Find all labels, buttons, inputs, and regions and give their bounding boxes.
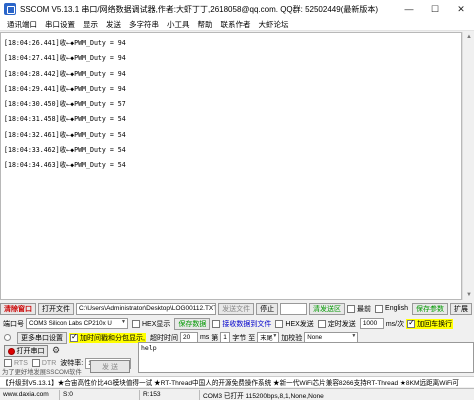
receive-line: [18:04:29.441]收←◆PWM_Duty = 94 (4, 84, 126, 93)
receive-line: [18:04:33.462]收←◆PWM_Duty = 54 (4, 146, 126, 155)
port-value: COM3 Silicon Labs CP210x U (29, 320, 112, 327)
maximize-button[interactable]: ☐ (422, 0, 448, 18)
clear-send-button[interactable]: 清发送区 (309, 302, 346, 315)
app-icon (4, 3, 16, 15)
open-file-button[interactable]: 打开文件 (38, 302, 74, 315)
hex-display-label: HEX显示 (142, 320, 171, 328)
menu-serial-settings[interactable]: 串口设置 (41, 19, 79, 30)
scroll-down-icon[interactable]: ▼ (466, 292, 472, 298)
status-port-state: COM3 已打开 115200bps,8,1,None,None (203, 392, 324, 400)
recv-to-file-checkbox[interactable] (212, 319, 221, 328)
title-bar: SSCOM V5.13.1 串口/网络数据调试器,作者:大虾丁丁,2618058… (0, 0, 474, 18)
open-port-label: 打开串口 (16, 348, 45, 355)
recv-to-file-label: 接收数据到文件 (222, 320, 272, 328)
refresh-icon[interactable]: ⚙ (52, 345, 60, 356)
topmost-label: 最前 (357, 305, 372, 313)
menu-help[interactable]: 帮助 (194, 19, 217, 30)
receive-line: [18:04:31.458]收←◆PWM_Duty = 54 (4, 115, 126, 124)
timestamp-label: 加时间戳和分包显示, (80, 334, 145, 342)
dtr-checkbox[interactable] (31, 359, 40, 367)
timed-send-checkbox[interactable] (317, 319, 326, 328)
english-checkbox[interactable] (375, 304, 384, 313)
byte-end-value: 末尾 (260, 335, 273, 342)
port-row: 端口号 COM3 Silicon Labs CP210x U ▼ HEX显示 保… (0, 317, 474, 330)
status-sent-count: S:0 (60, 389, 140, 400)
more-settings-button[interactable]: 更多串口设置 (17, 331, 67, 344)
timed-unit: ms/次 (385, 320, 405, 328)
dtr-label: DTR (41, 359, 57, 367)
receive-scrollbar[interactable]: ▲ ▼ (462, 32, 474, 300)
port-label: 端口号 (3, 320, 24, 328)
expand-button[interactable]: 扩展 (450, 302, 472, 315)
save-params-button[interactable]: 保存参数 (412, 302, 448, 315)
byte-label: 字节 (232, 334, 247, 342)
port-status-icon (4, 334, 11, 341)
topmost-checkbox[interactable] (347, 304, 356, 313)
minimize-button[interactable]: — (396, 0, 422, 18)
file-path-field[interactable]: C:\Users\Administrator\Desktop\LOG00112.… (76, 302, 217, 315)
status-site[interactable]: www.daxia.com (0, 389, 60, 400)
receive-line: [18:04:32.461]收←◆PWM_Duty = 54 (4, 130, 126, 139)
status-recv-count: R:153 (140, 389, 200, 400)
hex-send-checkbox[interactable] (275, 319, 284, 328)
status-bar: www.daxia.com S:0 R:153 COM3 已打开 115200b… (0, 388, 474, 400)
menu-contact[interactable]: 联系作者 (217, 19, 255, 30)
add-crlf-checkbox[interactable] (407, 318, 416, 328)
save-data-button[interactable]: 保存数据 (174, 317, 211, 330)
menu-bar: 通讯端口 串口设置 显示 发送 多字符串 小工具 帮助 联系作者 大虾论坛 (0, 18, 474, 31)
english-label: English (385, 305, 408, 312)
window-title: SSCOM V5.13.1 串口/网络数据调试器,作者:大虾丁丁,2618058… (20, 4, 379, 14)
hex-send-label: HEX发送 (285, 320, 314, 328)
port-select[interactable]: COM3 Silicon Labs CP210x U ▼ (26, 318, 128, 329)
receive-line: [18:04:28.442]收←◆PWM_Duty = 94 (4, 69, 126, 78)
menu-port[interactable]: 通讯端口 (3, 19, 41, 30)
menu-display[interactable]: 显示 (79, 19, 102, 30)
close-button[interactable]: ✕ (448, 0, 474, 18)
rts-label: RTS (14, 359, 28, 367)
menu-multi-string[interactable]: 多字符串 (125, 19, 163, 30)
menu-forum[interactable]: 大虾论坛 (255, 19, 293, 30)
file-toolbar: 清除窗口 打开文件 C:\Users\Administrator\Desktop… (0, 302, 474, 315)
menu-tools[interactable]: 小工具 (163, 19, 194, 30)
chevron-down-icon: ▼ (121, 319, 126, 325)
receive-area[interactable]: [18:04:26.441]收←◆PWM_Duty = 94 [18:04:27… (0, 32, 462, 300)
chevron-down-icon: ▼ (272, 333, 278, 339)
rts-checkbox[interactable] (4, 359, 12, 367)
send-input[interactable]: help (138, 342, 474, 373)
checksum-value: None (307, 334, 323, 341)
news-marquee[interactable]: 【升级到V5.13.1】★合宙高性价比4G模块值得一试 ★RT-Thread中国… (0, 376, 474, 387)
menu-send[interactable]: 发送 (102, 19, 125, 30)
hex-display-checkbox[interactable] (132, 319, 140, 328)
timed-interval-input[interactable]: 1000 (359, 318, 384, 329)
scroll-up-icon[interactable]: ▲ (466, 34, 472, 40)
receive-line: [18:04:26.441]收←◆PWM_Duty = 94 (4, 39, 126, 47)
open-port-button[interactable]: 打开串口 (4, 345, 48, 357)
send-button[interactable]: 发 送 (90, 360, 130, 373)
timeout-unit: ms (199, 334, 210, 341)
receive-line: [18:04:30.450]收←◆PWM_Duty = 57 (4, 100, 126, 109)
timestamp-checkbox[interactable] (70, 332, 78, 342)
timeout-label: 超时时间 (149, 334, 178, 342)
timed-send-label: 定时发送 (327, 320, 356, 328)
to-label: 至 (248, 334, 256, 342)
send-file-button[interactable]: 发送文件 (218, 302, 255, 315)
checksum-label: 加校验 (281, 334, 303, 342)
byte-no-label: 第 (211, 334, 219, 342)
send-progress (280, 302, 308, 315)
clear-window-button[interactable]: 清除窗口 (0, 302, 36, 315)
stop-button[interactable]: 停止 (256, 302, 279, 315)
receive-line: [18:04:34.463]收←◆PWM_Duty = 54 (4, 161, 126, 170)
port-closed-indicator-icon (7, 347, 15, 355)
add-crlf-label: 加回车换行 (417, 320, 453, 328)
receive-line: [18:04:27.441]收←◆PWM_Duty = 94 (4, 54, 126, 63)
note-line-1: 为了更好地发展SSCOM软件 (2, 369, 82, 376)
chevron-down-icon: ▼ (351, 333, 357, 339)
